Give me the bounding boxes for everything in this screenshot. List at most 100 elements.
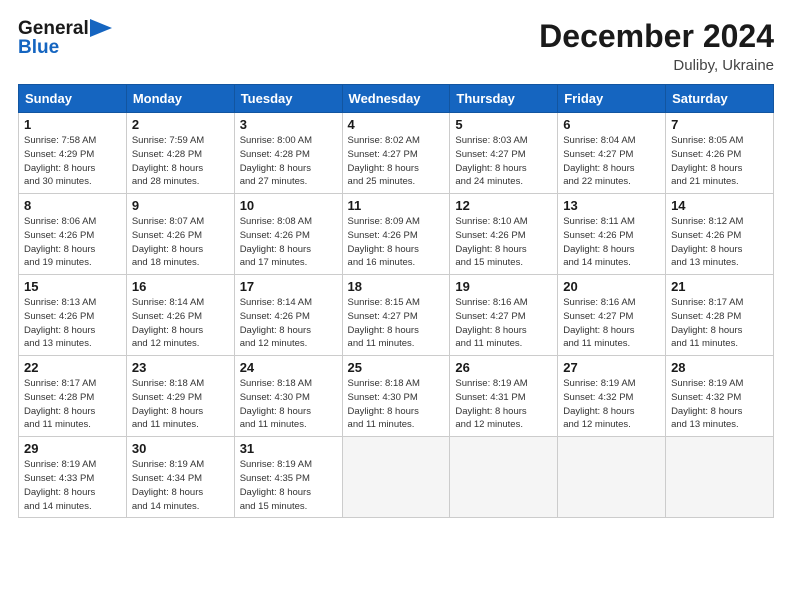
day-info: Sunrise: 8:07 AM Sunset: 4:26 PM Dayligh… — [132, 215, 229, 270]
day-number: 14 — [671, 198, 768, 213]
day-info: Sunrise: 8:19 AM Sunset: 4:32 PM Dayligh… — [671, 377, 768, 432]
day-number: 6 — [563, 117, 660, 132]
day-header-sunday: Sunday — [19, 85, 127, 113]
calendar-cell: 19Sunrise: 8:16 AM Sunset: 4:27 PM Dayli… — [450, 275, 558, 356]
day-number: 8 — [24, 198, 121, 213]
logo-arrow-icon — [90, 19, 112, 37]
day-info: Sunrise: 8:14 AM Sunset: 4:26 PM Dayligh… — [240, 296, 337, 351]
week-row-2: 8Sunrise: 8:06 AM Sunset: 4:26 PM Daylig… — [19, 194, 774, 275]
day-header-monday: Monday — [126, 85, 234, 113]
day-number: 4 — [348, 117, 445, 132]
calendar-cell: 26 Sunrise: 8:19 AM Sunset: 4:31 PM Dayli… — [450, 356, 558, 437]
calendar-cell: 21Sunrise: 8:17 AM Sunset: 4:28 PM Dayli… — [666, 275, 774, 356]
day-number: 7 — [671, 117, 768, 132]
day-info: Sunrise: 8:19 AM Sunset: 4:31 PM Dayligh… — [455, 377, 552, 432]
logo-blue: Blue — [18, 37, 59, 59]
day-number: 11 — [348, 198, 445, 213]
calendar-cell: 12Sunrise: 8:10 AM Sunset: 4:26 PM Dayli… — [450, 194, 558, 275]
day-header-thursday: Thursday — [450, 85, 558, 113]
title-section: December 2024 Duliby, Ukraine — [539, 18, 774, 74]
day-number: 26 — [455, 360, 552, 375]
day-header-wednesday: Wednesday — [342, 85, 450, 113]
logo: General Blue — [18, 18, 112, 59]
day-number: 16 — [132, 279, 229, 294]
day-number: 22 — [24, 360, 121, 375]
day-number: 28 — [671, 360, 768, 375]
page: General Blue December 2024 Duliby, Ukrai… — [0, 0, 792, 612]
day-header-saturday: Saturday — [666, 85, 774, 113]
day-number: 21 — [671, 279, 768, 294]
calendar-cell: 9 Sunrise: 8:07 AM Sunset: 4:26 PM Daylig… — [126, 194, 234, 275]
day-info: Sunrise: 8:19 AM Sunset: 4:32 PM Dayligh… — [563, 377, 660, 432]
week-row-1: 1 Sunrise: 7:58 AM Sunset: 4:29 PM Daylig… — [19, 113, 774, 194]
day-number: 23 — [132, 360, 229, 375]
day-number: 19 — [455, 279, 552, 294]
calendar-cell: 25Sunrise: 8:18 AM Sunset: 4:30 PM Dayli… — [342, 356, 450, 437]
day-number: 29 — [24, 441, 121, 456]
calendar-header-row: SundayMondayTuesdayWednesdayThursdayFrid… — [19, 85, 774, 113]
day-info: Sunrise: 8:11 AM Sunset: 4:26 PM Dayligh… — [563, 215, 660, 270]
calendar-cell: 5Sunrise: 8:03 AM Sunset: 4:27 PM Daylig… — [450, 113, 558, 194]
calendar-cell — [342, 437, 450, 518]
calendar-cell: 30 Sunrise: 8:19 AM Sunset: 4:34 PM Dayli… — [126, 437, 234, 518]
day-number: 5 — [455, 117, 552, 132]
day-info: Sunrise: 8:19 AM Sunset: 4:33 PM Dayligh… — [24, 458, 121, 513]
day-info: Sunrise: 8:18 AM Sunset: 4:30 PM Dayligh… — [348, 377, 445, 432]
day-header-friday: Friday — [558, 85, 666, 113]
calendar-cell: 15Sunrise: 8:13 AM Sunset: 4:26 PM Dayli… — [19, 275, 127, 356]
calendar-cell: 18 Sunrise: 8:15 AM Sunset: 4:27 PM Dayli… — [342, 275, 450, 356]
day-number: 1 — [24, 117, 121, 132]
week-row-5: 29 Sunrise: 8:19 AM Sunset: 4:33 PM Dayli… — [19, 437, 774, 518]
day-info: Sunrise: 7:59 AM Sunset: 4:28 PM Dayligh… — [132, 134, 229, 189]
calendar-cell: 28 Sunrise: 8:19 AM Sunset: 4:32 PM Dayli… — [666, 356, 774, 437]
calendar-cell: 2 Sunrise: 7:59 AM Sunset: 4:28 PM Daylig… — [126, 113, 234, 194]
day-number: 27 — [563, 360, 660, 375]
calendar-cell — [666, 437, 774, 518]
calendar-cell: 27 Sunrise: 8:19 AM Sunset: 4:32 PM Dayli… — [558, 356, 666, 437]
header: General Blue December 2024 Duliby, Ukrai… — [18, 18, 774, 74]
calendar-table: SundayMondayTuesdayWednesdayThursdayFrid… — [18, 84, 774, 518]
day-number: 13 — [563, 198, 660, 213]
day-info: Sunrise: 7:58 AM Sunset: 4:29 PM Dayligh… — [24, 134, 121, 189]
day-info: Sunrise: 8:14 AM Sunset: 4:26 PM Dayligh… — [132, 296, 229, 351]
day-info: Sunrise: 8:15 AM Sunset: 4:27 PM Dayligh… — [348, 296, 445, 351]
calendar-cell: 6 Sunrise: 8:04 AM Sunset: 4:27 PM Daylig… — [558, 113, 666, 194]
calendar-cell: 8Sunrise: 8:06 AM Sunset: 4:26 PM Daylig… — [19, 194, 127, 275]
calendar-cell: 16 Sunrise: 8:14 AM Sunset: 4:26 PM Dayli… — [126, 275, 234, 356]
day-number: 24 — [240, 360, 337, 375]
day-number: 18 — [348, 279, 445, 294]
day-info: Sunrise: 8:18 AM Sunset: 4:29 PM Dayligh… — [132, 377, 229, 432]
calendar-cell: 17 Sunrise: 8:14 AM Sunset: 4:26 PM Dayli… — [234, 275, 342, 356]
day-number: 20 — [563, 279, 660, 294]
calendar-cell: 29 Sunrise: 8:19 AM Sunset: 4:33 PM Dayli… — [19, 437, 127, 518]
calendar-cell: 23 Sunrise: 8:18 AM Sunset: 4:29 PM Dayli… — [126, 356, 234, 437]
day-number: 12 — [455, 198, 552, 213]
main-title: December 2024 — [539, 18, 774, 55]
day-info: Sunrise: 8:18 AM Sunset: 4:30 PM Dayligh… — [240, 377, 337, 432]
day-info: Sunrise: 8:09 AM Sunset: 4:26 PM Dayligh… — [348, 215, 445, 270]
day-info: Sunrise: 8:04 AM Sunset: 4:27 PM Dayligh… — [563, 134, 660, 189]
day-info: Sunrise: 8:16 AM Sunset: 4:27 PM Dayligh… — [563, 296, 660, 351]
day-info: Sunrise: 8:13 AM Sunset: 4:26 PM Dayligh… — [24, 296, 121, 351]
day-info: Sunrise: 8:17 AM Sunset: 4:28 PM Dayligh… — [24, 377, 121, 432]
calendar-cell: 20 Sunrise: 8:16 AM Sunset: 4:27 PM Dayli… — [558, 275, 666, 356]
calendar-cell: 1 Sunrise: 7:58 AM Sunset: 4:29 PM Daylig… — [19, 113, 127, 194]
day-number: 31 — [240, 441, 337, 456]
day-info: Sunrise: 8:08 AM Sunset: 4:26 PM Dayligh… — [240, 215, 337, 270]
day-number: 17 — [240, 279, 337, 294]
day-info: Sunrise: 8:00 AM Sunset: 4:28 PM Dayligh… — [240, 134, 337, 189]
calendar-cell — [558, 437, 666, 518]
subtitle: Duliby, Ukraine — [539, 57, 774, 74]
day-info: Sunrise: 8:05 AM Sunset: 4:26 PM Dayligh… — [671, 134, 768, 189]
day-info: Sunrise: 8:19 AM Sunset: 4:35 PM Dayligh… — [240, 458, 337, 513]
calendar-cell: 24 Sunrise: 8:18 AM Sunset: 4:30 PM Dayli… — [234, 356, 342, 437]
day-number: 2 — [132, 117, 229, 132]
calendar-cell: 11 Sunrise: 8:09 AM Sunset: 4:26 PM Dayli… — [342, 194, 450, 275]
calendar-cell: 31 Sunrise: 8:19 AM Sunset: 4:35 PM Dayli… — [234, 437, 342, 518]
day-info: Sunrise: 8:19 AM Sunset: 4:34 PM Dayligh… — [132, 458, 229, 513]
day-number: 30 — [132, 441, 229, 456]
calendar-cell — [450, 437, 558, 518]
day-number: 9 — [132, 198, 229, 213]
calendar-cell: 14Sunrise: 8:12 AM Sunset: 4:26 PM Dayli… — [666, 194, 774, 275]
day-header-tuesday: Tuesday — [234, 85, 342, 113]
